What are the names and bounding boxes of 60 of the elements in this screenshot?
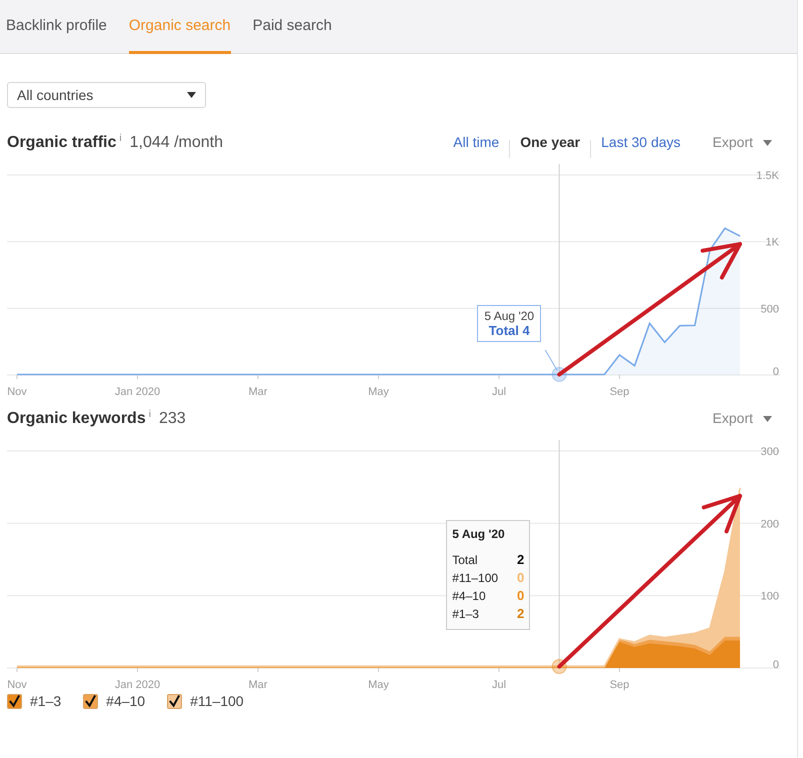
tooltip-total: Total 4: [488, 323, 530, 338]
legend-label: #11–100: [190, 693, 244, 709]
range-link[interactable]: All time: [443, 134, 510, 150]
info-marker[interactable]: i: [119, 133, 122, 144]
section-title: Organic traffic: [7, 134, 116, 152]
metric-value: 1,044 /month: [130, 134, 223, 152]
checkbox[interactable]: [167, 694, 182, 708]
x-tick-label: Nov: [7, 386, 27, 398]
info-marker[interactable]: i: [148, 409, 151, 420]
y-tick-label: 500: [760, 303, 779, 316]
export-dropdown[interactable]: Export: [712, 410, 772, 426]
range-link[interactable]: Last 30 days: [591, 134, 691, 150]
checkbox[interactable]: [83, 694, 98, 708]
tooltip-label: #4–10: [452, 588, 486, 605]
y-tick-label: 1.5K: [756, 170, 779, 182]
x-tick-label: Sep: [610, 679, 630, 691]
legend-label: #4–10: [106, 693, 146, 709]
y-tick-label: 1K: [766, 236, 779, 249]
legend-label: #1–3: [30, 693, 62, 709]
tooltip-value: 0: [517, 569, 524, 587]
caret-icon: [763, 416, 772, 422]
hover-point: [552, 366, 567, 382]
section-title: Organic keywords: [7, 410, 146, 428]
leader-line: [544, 350, 558, 371]
x-tick-label: Nov: [7, 679, 27, 691]
metric-value: 233: [158, 410, 186, 428]
tooltip-label: #11–100: [452, 570, 498, 587]
x-tick-label: May: [368, 386, 389, 398]
y-tick-label: 200: [760, 518, 779, 530]
y-tick-label: 0: [772, 366, 779, 378]
x-tick-label: Jan 2020: [114, 679, 160, 691]
caret-icon: [187, 92, 196, 98]
tooltip-label: Total: [452, 552, 478, 569]
x-tick-label: Jan 2020: [114, 386, 160, 398]
y-tick-label: 100: [760, 590, 779, 603]
x-tick-label: May: [368, 679, 389, 691]
x-tick-label: Sep: [610, 386, 630, 398]
tooltip-value: 2: [517, 605, 524, 623]
tab[interactable]: Paid search: [252, 0, 332, 54]
caret-icon: [763, 140, 772, 146]
country-dropdown[interactable]: All countries: [7, 82, 206, 108]
hover-point: [552, 659, 567, 674]
x-tick-label: Jul: [492, 679, 506, 691]
checkmark-icon: [84, 694, 98, 708]
export-dropdown[interactable]: Export: [712, 134, 772, 150]
x-tick-label: Mar: [248, 679, 268, 691]
tooltip-date: 5 Aug '20: [484, 309, 534, 323]
tooltip-label: #1–3: [452, 606, 479, 623]
tab[interactable]: Backlink profile: [6, 0, 107, 54]
checkmark-icon: [8, 694, 21, 708]
checkmark-icon: [168, 694, 182, 708]
x-tick-label: Mar: [248, 386, 268, 398]
x-tick-label: Jul: [492, 386, 506, 398]
range-link[interactable]: One year: [510, 134, 590, 150]
tooltip-date: 5 Aug '20: [452, 527, 506, 541]
tooltip-value: 0: [517, 587, 524, 605]
y-tick-label: 300: [760, 446, 779, 458]
y-tick-label: 0: [772, 659, 779, 671]
tooltip-value: 2: [517, 551, 524, 569]
checkbox[interactable]: [7, 694, 22, 708]
